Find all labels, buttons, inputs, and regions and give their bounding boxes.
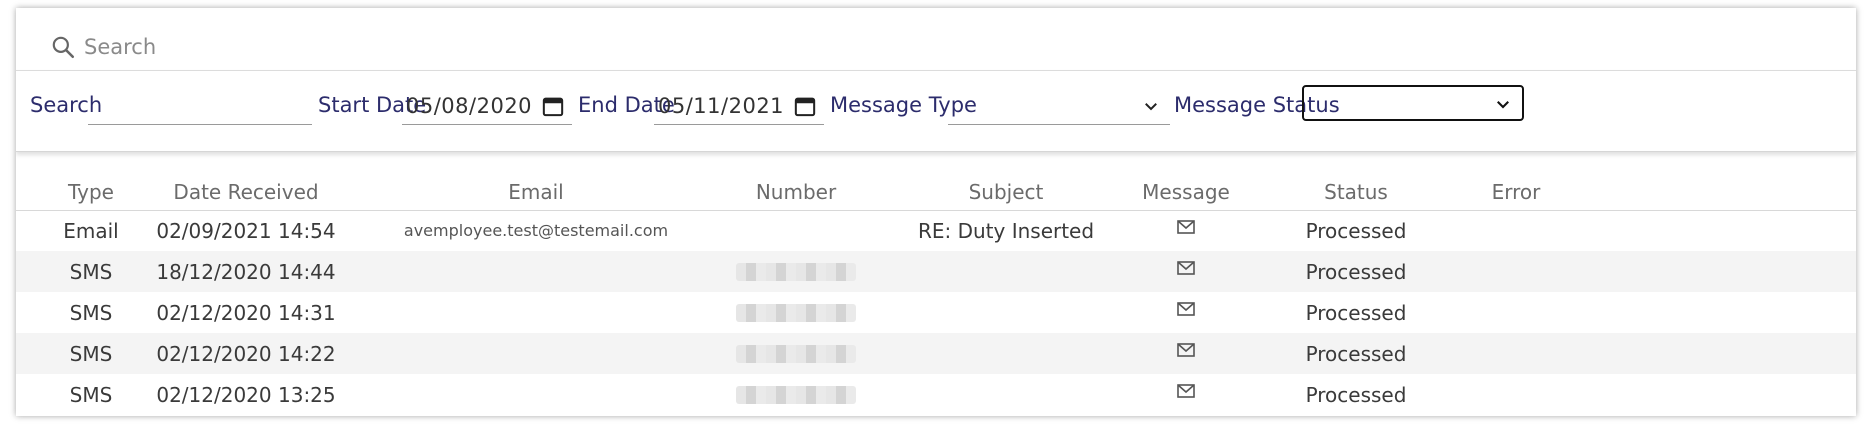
- cell-type: SMS: [69, 300, 113, 325]
- table-header: Type Date Received Email Number Subject …: [16, 174, 1856, 211]
- cell-status: Processed: [1305, 218, 1407, 243]
- cell-number: [736, 210, 856, 251]
- calendar-icon[interactable]: [542, 95, 564, 117]
- col-message[interactable]: Message: [1126, 174, 1246, 210]
- table-row[interactable]: Email 02/09/2021 14:54 avemployee.test@tes…: [16, 210, 1856, 251]
- cell-message[interactable]: [1126, 288, 1246, 329]
- cell-error: [1476, 333, 1556, 374]
- col-status[interactable]: Status: [1296, 174, 1416, 210]
- filter-bar: Search Start Date 05/08/2020 End Date 05…: [16, 70, 1856, 152]
- envelope-icon[interactable]: [1177, 301, 1195, 316]
- cell-subject: RE: Duty Inserted: [917, 218, 1095, 243]
- cell-date-received: 02/12/2020 14:22: [156, 341, 336, 366]
- cell-email: [396, 374, 676, 415]
- top-search-placeholder: Search: [84, 35, 157, 59]
- cell-error: [1476, 292, 1556, 333]
- table-row[interactable]: SMS 02/12/2020 13:25 Processed: [16, 374, 1856, 415]
- cell-date-received: 18/12/2020 14:44: [156, 259, 336, 284]
- cell-date-received: 02/09/2021 14:54: [156, 218, 336, 243]
- message-type-select[interactable]: [948, 87, 1170, 125]
- chevron-down-icon: [1145, 103, 1157, 111]
- envelope-icon[interactable]: [1177, 383, 1195, 398]
- cell-date-received: 02/12/2020 13:25: [156, 382, 336, 407]
- table-row[interactable]: SMS 02/12/2020 14:31 Processed: [16, 292, 1856, 333]
- cell-email: [396, 251, 676, 292]
- cell-type: SMS: [69, 382, 113, 407]
- cell-subject: [936, 374, 1076, 415]
- table-row[interactable]: SMS 18/12/2020 14:44 Processed: [16, 251, 1856, 292]
- start-date-input[interactable]: 05/08/2020: [402, 87, 572, 125]
- cell-subject: [936, 292, 1076, 333]
- cell-message[interactable]: [1126, 206, 1246, 247]
- top-search[interactable]: Search: [50, 22, 156, 72]
- cell-type: SMS: [69, 259, 113, 284]
- cell-email: avemployee.test@testemail.com: [403, 221, 669, 240]
- end-date-input[interactable]: 05/11/2021: [654, 87, 824, 125]
- col-number[interactable]: Number: [736, 174, 856, 210]
- cell-number: [736, 333, 856, 374]
- envelope-icon[interactable]: [1177, 342, 1195, 357]
- cell-status: Processed: [1305, 300, 1407, 325]
- envelope-icon[interactable]: [1177, 260, 1195, 275]
- redacted-number: [736, 303, 856, 322]
- cell-message[interactable]: [1126, 329, 1246, 370]
- message-status-select[interactable]: [1302, 85, 1524, 121]
- col-error[interactable]: Error: [1476, 174, 1556, 210]
- cell-date-received: 02/12/2020 14:31: [156, 300, 336, 325]
- cell-type: SMS: [69, 341, 113, 366]
- redacted-number: [736, 344, 856, 363]
- table-row[interactable]: SMS 02/12/2020 14:22 Processed: [16, 333, 1856, 374]
- cell-status: Processed: [1305, 382, 1407, 407]
- cell-subject: [936, 333, 1076, 374]
- cell-message[interactable]: [1126, 370, 1246, 411]
- calendar-icon[interactable]: [794, 95, 816, 117]
- cell-error: [1476, 210, 1556, 251]
- cell-error: [1476, 374, 1556, 415]
- chevron-down-icon: [1497, 101, 1509, 109]
- col-date-received[interactable]: Date Received: [166, 174, 326, 210]
- col-email[interactable]: Email: [436, 174, 636, 210]
- cell-status: Processed: [1305, 259, 1407, 284]
- redacted-number: [736, 385, 856, 404]
- cell-email: [396, 292, 676, 333]
- cell-number: [736, 374, 856, 415]
- cell-message[interactable]: [1126, 247, 1246, 288]
- search-input[interactable]: [88, 87, 312, 125]
- cell-number: [736, 292, 856, 333]
- cell-subject: [936, 251, 1076, 292]
- col-subject[interactable]: Subject: [936, 174, 1076, 210]
- cell-error: [1476, 251, 1556, 292]
- redacted-number: [736, 262, 856, 281]
- cell-email: [396, 333, 676, 374]
- envelope-icon[interactable]: [1177, 219, 1195, 234]
- cell-number: [736, 251, 856, 292]
- cell-type: Email: [63, 218, 119, 243]
- messages-panel: Search Search Start Date 05/08/2020 End …: [16, 8, 1856, 416]
- cell-status: Processed: [1305, 341, 1407, 366]
- col-type[interactable]: Type: [36, 174, 146, 210]
- search-icon: [52, 36, 75, 59]
